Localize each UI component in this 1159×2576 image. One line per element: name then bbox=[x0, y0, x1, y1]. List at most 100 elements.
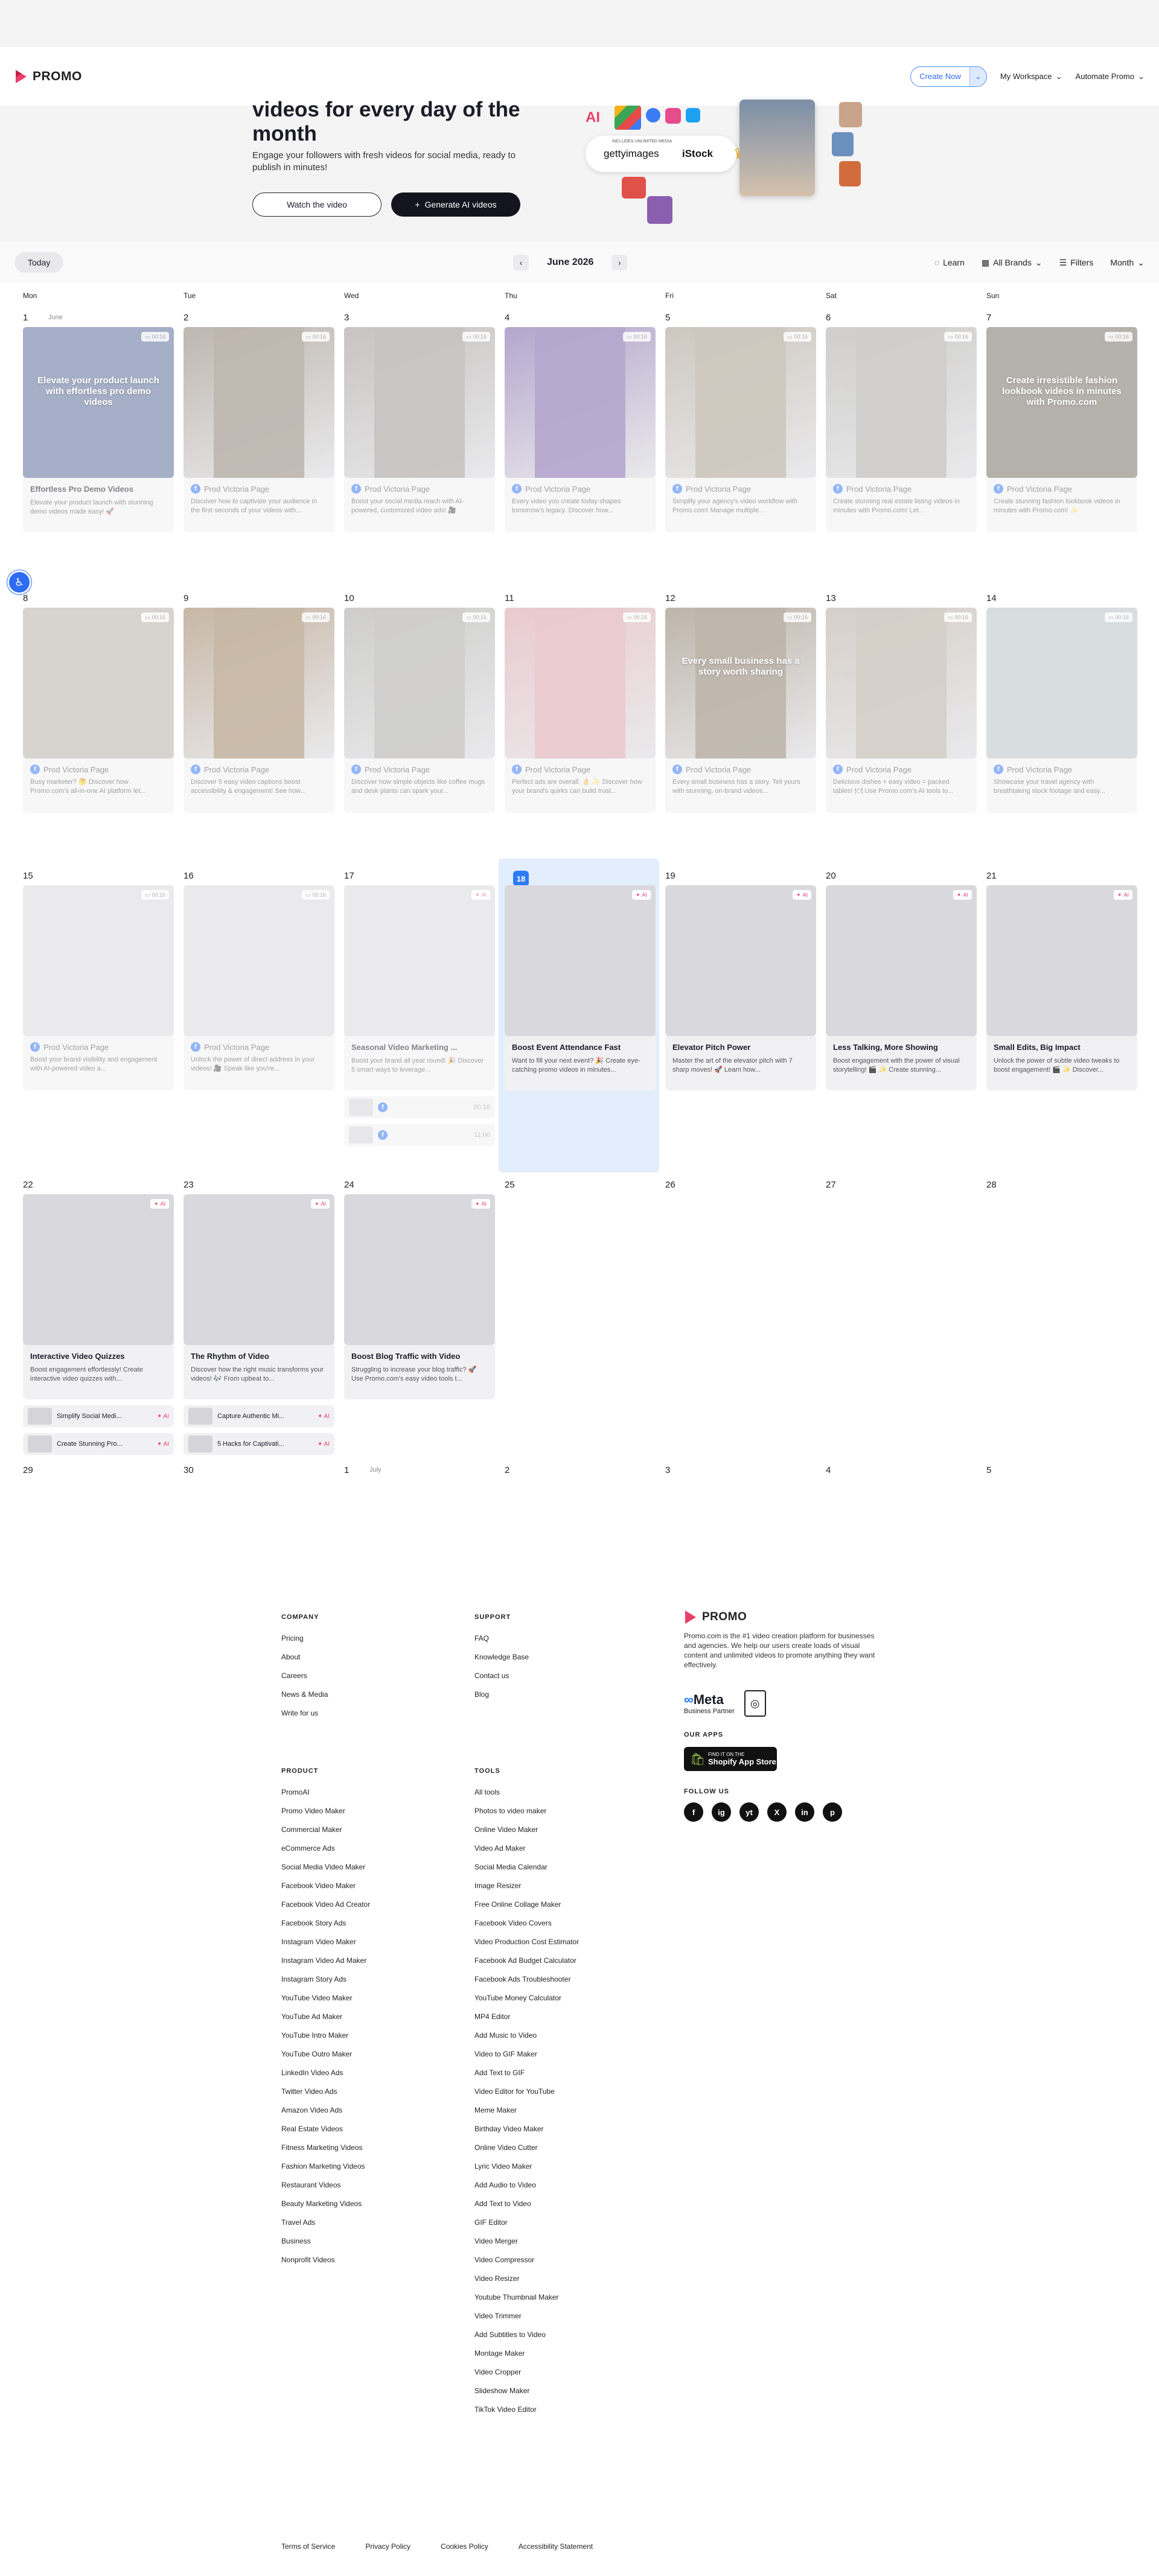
post-caption[interactable]: f Prod Victoria Page Every video you creat… bbox=[505, 478, 656, 532]
footer-link-product[interactable]: YouTube Outro Maker bbox=[281, 2045, 370, 2064]
youtube-icon[interactable]: yt bbox=[739, 1802, 759, 1822]
next-month-button[interactable]: › bbox=[611, 255, 628, 270]
footer-link-product[interactable]: Commercial Maker bbox=[281, 1821, 370, 1839]
video-thumbnail[interactable]: ✦ AI bbox=[665, 885, 816, 1036]
footer-link-support[interactable]: Blog bbox=[474, 1685, 529, 1704]
footer-link-tools[interactable]: GIF Editor bbox=[474, 2213, 579, 2232]
post-caption[interactable]: f Prod Victoria Page Unlock the power of d… bbox=[184, 1036, 334, 1090]
post-caption[interactable]: f Prod Victoria Page Every small business … bbox=[665, 758, 816, 813]
footer-link-tools[interactable]: Free Online Collage Maker bbox=[474, 1895, 579, 1914]
footer-link-product[interactable]: Real Estate Videos bbox=[281, 2120, 370, 2139]
video-thumbnail[interactable]: Every small business has a story worth s… bbox=[665, 608, 816, 758]
footer-link-tools[interactable]: Add Audio to Video bbox=[474, 2176, 579, 2195]
video-thumbnail[interactable]: ▭ 00:16 bbox=[826, 608, 977, 758]
watch-video-button[interactable]: Watch the video bbox=[252, 192, 382, 217]
footer-link-tools[interactable]: Video Production Cost Estimator bbox=[474, 1933, 579, 1951]
footer-link-product[interactable]: Travel Ads bbox=[281, 2213, 370, 2232]
footer-link-tools[interactable]: Meme Maker bbox=[474, 2101, 579, 2120]
footer-link-tools[interactable]: Video Merger bbox=[474, 2232, 579, 2251]
footer-link-tools[interactable]: Facebook Ads Troubleshooter bbox=[474, 1970, 579, 1989]
footer-link-tools[interactable]: Image Resizer bbox=[474, 1877, 579, 1895]
footer-link-tools[interactable]: Lyric Video Maker bbox=[474, 2157, 579, 2176]
extra-post[interactable]: Capture Authentic Mi... ✦ AI bbox=[184, 1405, 334, 1427]
footer-link-product[interactable]: Instagram Video Maker bbox=[281, 1933, 370, 1951]
footer-link-tools[interactable]: Add Text to GIF bbox=[474, 2064, 579, 2082]
video-thumbnail[interactable]: ✦ AI bbox=[986, 885, 1137, 1036]
footer-link-tools[interactable]: Video Ad Maker bbox=[474, 1839, 579, 1858]
accessibility-icon[interactable]: ♿ bbox=[7, 570, 31, 594]
extra-post[interactable]: f 11:00 bbox=[344, 1124, 495, 1146]
footer-link-product[interactable]: Promo Video Maker bbox=[281, 1802, 370, 1821]
footer-link-product[interactable]: Instagram Story Ads bbox=[281, 1970, 370, 1989]
post-caption[interactable]: The Rhythm of Video Discover how the righ… bbox=[184, 1345, 334, 1399]
footer-link-tools[interactable]: Montage Maker bbox=[474, 2344, 579, 2363]
footer-link-tools[interactable]: All tools bbox=[474, 1783, 579, 1802]
post-caption[interactable]: Small Edits, Big Impact Unlock the power … bbox=[986, 1036, 1137, 1090]
video-thumbnail[interactable]: ▭ 00:16 bbox=[826, 327, 977, 478]
footer-link-tools[interactable]: Video Trimmer bbox=[474, 2307, 579, 2326]
pinterest-icon[interactable]: p bbox=[823, 1802, 842, 1822]
footer-link-tools[interactable]: Add Music to Video bbox=[474, 2026, 579, 2045]
footer-link-support[interactable]: Knowledge Base bbox=[474, 1648, 529, 1667]
footer-link-product[interactable]: Facebook Story Ads bbox=[281, 1914, 370, 1933]
footer-link-tools[interactable]: MP4 Editor bbox=[474, 2008, 579, 2026]
post-caption[interactable]: Effortless Pro Demo Videos Elevate your p… bbox=[23, 478, 174, 532]
create-now-button[interactable]: Create Now ⌄ bbox=[910, 66, 987, 87]
filters-button[interactable]: ☰ Filters bbox=[1059, 258, 1094, 268]
footer-link-product[interactable]: LinkedIn Video Ads bbox=[281, 2064, 370, 2082]
footer-link-product[interactable]: Amazon Video Ads bbox=[281, 2101, 370, 2120]
footer-link-tools[interactable]: Add Text to Video bbox=[474, 2195, 579, 2213]
video-thumbnail[interactable]: ▭ 00:16 bbox=[344, 608, 495, 758]
post-caption[interactable]: f Prod Victoria Page Create stunning fashi… bbox=[986, 478, 1137, 532]
footer-logo[interactable]: PROMO bbox=[684, 1609, 883, 1625]
extra-post[interactable]: Create Stunning Pro... ✦ AI bbox=[23, 1433, 174, 1455]
video-thumbnail[interactable]: ▭ 00:16 bbox=[505, 327, 656, 478]
x-icon[interactable]: X bbox=[767, 1802, 787, 1822]
footer-link-product[interactable]: Twitter Video Ads bbox=[281, 2082, 370, 2101]
post-caption[interactable]: f Prod Victoria Page Simplify your agency'… bbox=[665, 478, 816, 532]
footer-link-tools[interactable]: Birthday Video Maker bbox=[474, 2120, 579, 2139]
video-thumbnail[interactable]: ▭ 00:16 bbox=[23, 885, 174, 1036]
footer-link-tools[interactable]: Facebook Video Covers bbox=[474, 1914, 579, 1933]
footer-link-company[interactable]: Careers bbox=[281, 1667, 328, 1685]
post-caption[interactable]: f Prod Victoria Page Discover how simple o… bbox=[344, 758, 495, 813]
post-caption[interactable]: f Prod Victoria Page Create stunning real … bbox=[826, 478, 977, 532]
accessibility-statement-link[interactable]: Accessibility Statement bbox=[519, 2542, 593, 2551]
linkedin-icon[interactable]: in bbox=[795, 1802, 814, 1822]
footer-link-tools[interactable]: Online Video Maker bbox=[474, 1821, 579, 1839]
footer-link-product[interactable]: Fashion Marketing Videos bbox=[281, 2157, 370, 2176]
footer-link-tools[interactable]: Social Media Calendar bbox=[474, 1858, 579, 1877]
post-caption[interactable]: Boost Event Attendance Fast Want to fill … bbox=[505, 1036, 656, 1090]
footer-link-company[interactable]: About bbox=[281, 1648, 328, 1667]
view-dropdown[interactable]: Month ⌄ bbox=[1110, 258, 1145, 268]
video-thumbnail[interactable]: ▭ 00:16 bbox=[184, 608, 334, 758]
footer-link-tools[interactable]: Slideshow Maker bbox=[474, 2382, 579, 2400]
video-thumbnail[interactable]: ▭ 00:16 bbox=[505, 608, 656, 758]
video-thumbnail[interactable]: ▭ 00:16 bbox=[23, 608, 174, 758]
video-thumbnail[interactable]: ✦ AI bbox=[344, 1194, 495, 1345]
video-thumbnail[interactable]: Create irresistible fashion lookbook vid… bbox=[986, 327, 1137, 478]
footer-link-product[interactable]: Restaurant Videos bbox=[281, 2176, 370, 2195]
post-caption[interactable]: f Prod Victoria Page Discover how to capti… bbox=[184, 478, 334, 532]
footer-link-tools[interactable]: TikTok Video Editor bbox=[474, 2400, 579, 2419]
post-caption[interactable]: Elevator Pitch Power Master the art of th… bbox=[665, 1036, 816, 1090]
video-thumbnail[interactable]: ▭ 00:16 bbox=[986, 608, 1137, 758]
video-thumbnail[interactable]: ✦ AI bbox=[344, 885, 495, 1036]
video-thumbnail[interactable]: ▭ 00:16 bbox=[184, 327, 334, 478]
video-thumbnail[interactable]: ✦ AI bbox=[23, 1194, 174, 1345]
post-caption[interactable]: f Prod Victoria Page Discover 5 easy video… bbox=[184, 758, 334, 813]
footer-link-support[interactable]: FAQ bbox=[474, 1629, 529, 1648]
footer-link-product[interactable]: Fitness Marketing Videos bbox=[281, 2139, 370, 2157]
footer-link-product[interactable]: Social Media Video Maker bbox=[281, 1858, 370, 1877]
learn-button[interactable]: ◌ Learn bbox=[934, 258, 965, 267]
footer-link-tools[interactable]: Facebook Ad Budget Calculator bbox=[474, 1951, 579, 1970]
my-workspace-menu[interactable]: My Workspace ⌄ bbox=[1000, 72, 1062, 81]
footer-link-product[interactable]: Instagram Video Ad Maker bbox=[281, 1951, 370, 1970]
extra-post[interactable]: f 00:16 bbox=[344, 1096, 495, 1118]
cookies-link[interactable]: Cookies Policy bbox=[441, 2542, 488, 2551]
footer-link-product[interactable]: Beauty Marketing Videos bbox=[281, 2195, 370, 2213]
footer-link-product[interactable]: YouTube Video Maker bbox=[281, 1989, 370, 2008]
post-caption[interactable]: f Prod Victoria Page Boost your brand visi… bbox=[23, 1036, 174, 1090]
chevron-down-icon[interactable]: ⌄ bbox=[969, 66, 986, 86]
footer-link-product[interactable]: YouTube Intro Maker bbox=[281, 2026, 370, 2045]
